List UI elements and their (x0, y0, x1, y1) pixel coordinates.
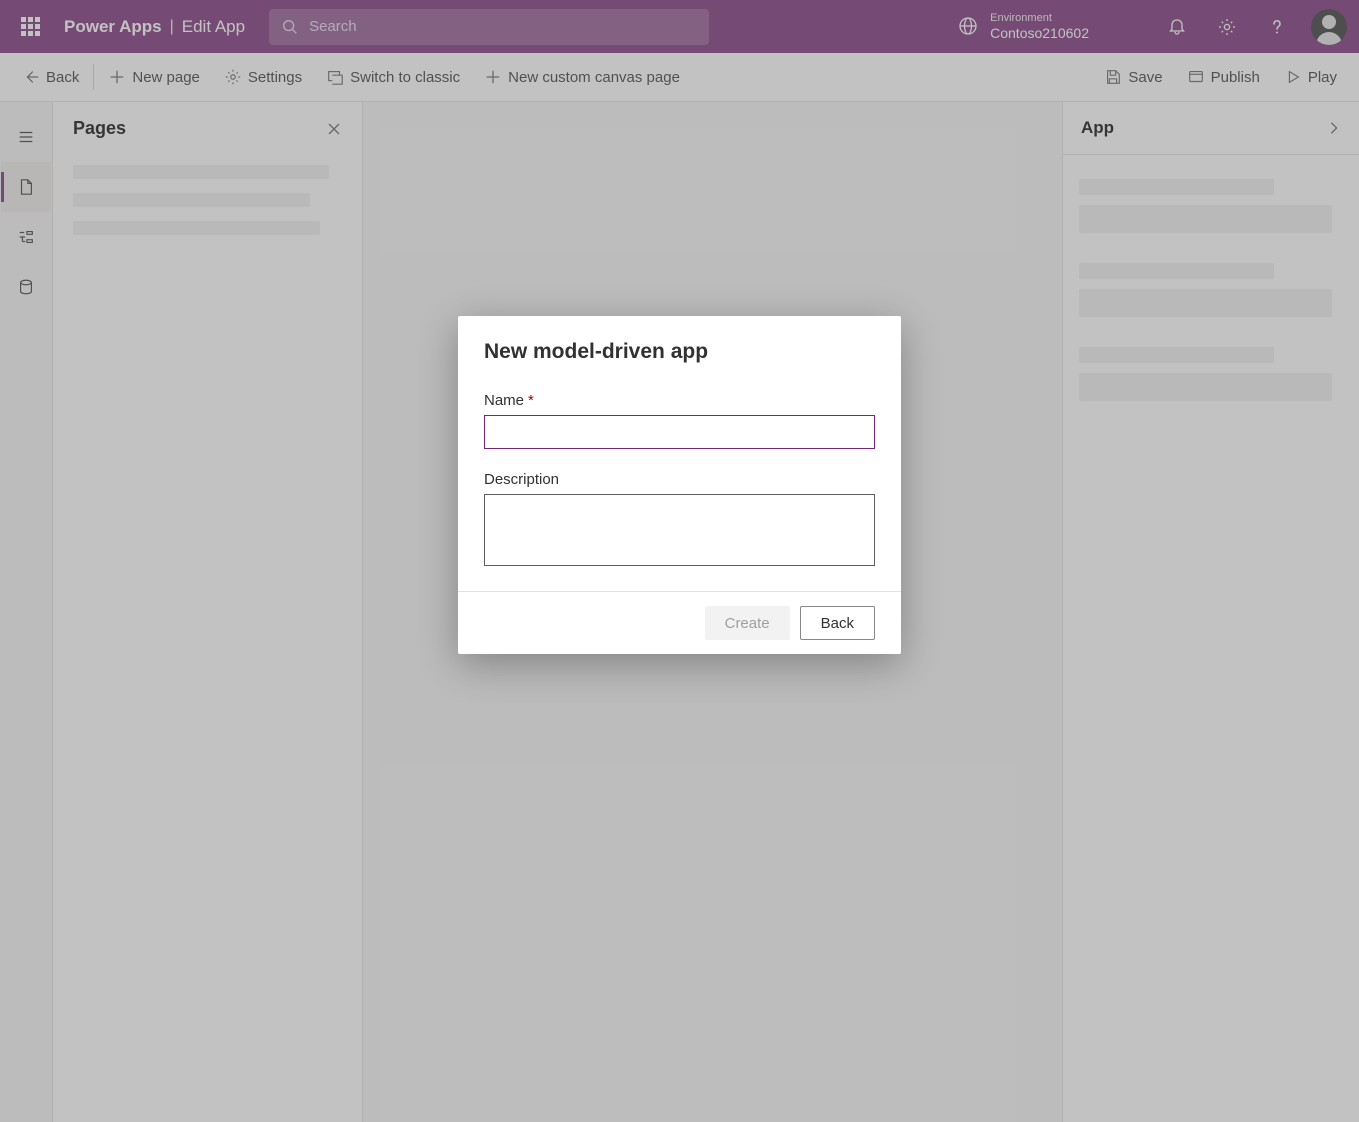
description-label: Description (484, 471, 875, 488)
new-app-dialog: New model-driven app Name * Description … (458, 316, 901, 654)
required-asterisk: * (528, 392, 534, 409)
description-input[interactable] (484, 494, 875, 566)
dialog-title: New model-driven app (484, 340, 875, 364)
modal-overlay: New model-driven app Name * Description … (0, 0, 1359, 1122)
name-input[interactable] (484, 415, 875, 449)
name-label: Name * (484, 392, 875, 409)
dialog-footer: Create Back (458, 591, 901, 654)
create-button[interactable]: Create (705, 606, 790, 640)
dialog-back-button[interactable]: Back (800, 606, 875, 640)
